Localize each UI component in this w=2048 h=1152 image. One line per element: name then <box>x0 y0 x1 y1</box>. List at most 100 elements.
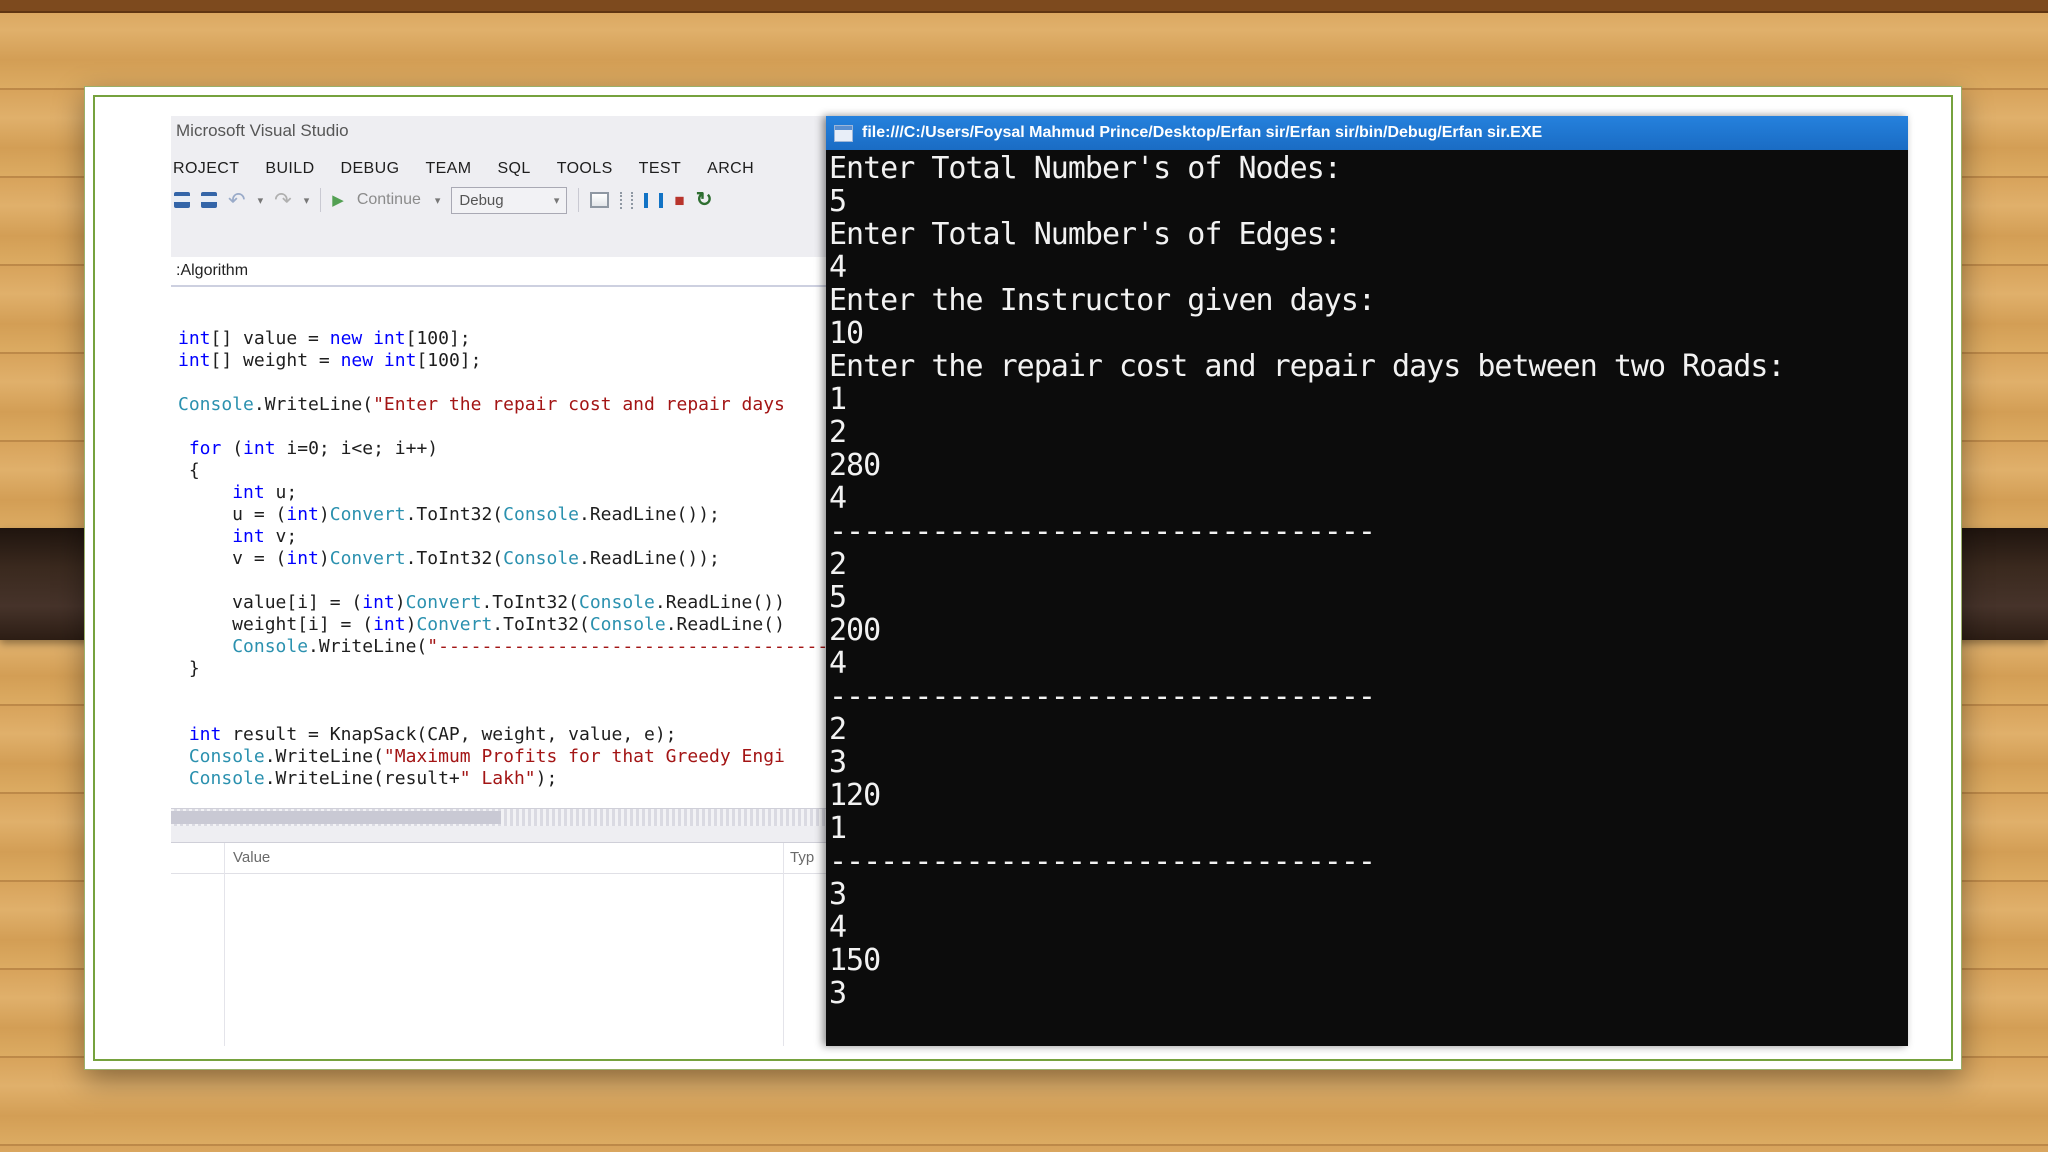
code-token: } <box>178 658 200 679</box>
console-line: 1 <box>829 382 847 417</box>
code-token: [100]; <box>416 350 482 371</box>
code-token: int <box>188 724 222 745</box>
code-token: int <box>362 592 395 613</box>
code-token: "Enter the repair cost and repair days <box>373 394 785 415</box>
console-line: 150 <box>829 943 881 978</box>
console-window: file:///C:/Users/Foysal Mahmud Prince/De… <box>826 116 1908 1046</box>
dotted-columns-icon[interactable] <box>620 191 634 209</box>
code-token: u = ( <box>178 504 287 525</box>
debug-target-combobox[interactable]: Debug ▾ <box>451 186 568 214</box>
code-token: u; <box>264 482 298 503</box>
continue-button[interactable]: Continue <box>357 191 421 209</box>
column-divider <box>783 843 784 1046</box>
code-token: "---------------------------------------… <box>427 636 872 657</box>
restart-icon[interactable]: ↻ <box>696 190 713 210</box>
code-token: new <box>329 328 363 349</box>
console-line: 4 <box>829 481 847 516</box>
code-token: Console <box>579 592 655 613</box>
console-titlebar[interactable]: file:///C:/Users/Foysal Mahmud Prince/De… <box>826 116 1908 150</box>
save-icon[interactable] <box>174 192 190 208</box>
code-token: .ToInt32( <box>481 592 579 613</box>
console-line: 280 <box>829 448 881 483</box>
save-all-icon[interactable] <box>201 192 217 208</box>
code-token: .WriteLine( <box>308 636 428 657</box>
code-token: { <box>178 460 200 481</box>
undo-dropdown-caret-icon[interactable]: ▾ <box>258 194 264 207</box>
redo-dropdown-caret-icon[interactable]: ▾ <box>304 194 310 207</box>
menu-item[interactable]: DEBUG <box>328 160 413 178</box>
code-token: ) <box>394 592 406 613</box>
code-token: "Maximum Profits for that Greedy Engi <box>383 746 785 767</box>
code-token: new <box>340 350 374 371</box>
toolbar-separator <box>320 188 322 212</box>
code-token: .ToInt32( <box>492 614 590 635</box>
menu-item[interactable]: BUILD <box>252 160 327 178</box>
console-line: -------------------------------- <box>829 514 1376 549</box>
menu-item[interactable]: TEST <box>626 160 695 178</box>
menu-item[interactable]: TEAM <box>412 160 484 178</box>
type-column-header[interactable]: Typ <box>790 843 814 873</box>
console-line: 3 <box>829 745 847 780</box>
code-token: .ReadLine()); <box>579 548 720 569</box>
code-token: .ToInt32( <box>405 504 504 525</box>
code-token: Console <box>503 548 579 569</box>
code-token: int <box>383 350 417 371</box>
console-line: Enter the repair cost and repair days be… <box>829 349 1785 384</box>
code-token: Convert <box>329 548 406 569</box>
screenshot-stage: Microsoft Visual Studio ROJECT BUILD DEBUG… <box>0 0 2048 1152</box>
code-token: [100]; <box>405 328 471 349</box>
code-token: Convert <box>329 504 406 525</box>
console-line: 3 <box>829 976 847 1011</box>
console-line: 1 <box>829 811 847 846</box>
redo-icon[interactable]: ↷ <box>274 190 292 211</box>
code-token: .ReadLine()); <box>579 504 720 525</box>
code-token: v; <box>264 526 298 547</box>
code-token: Convert <box>405 592 482 613</box>
menu-item[interactable]: SQL <box>484 160 543 178</box>
debug-combo-value: Debug <box>459 191 504 209</box>
console-line: 5 <box>829 184 847 219</box>
stop-debugging-icon[interactable]: ■ <box>674 192 684 209</box>
code-token: " Lakh" <box>459 768 536 789</box>
presentation-slide: Microsoft Visual Studio ROJECT BUILD DEBUG… <box>84 86 1962 1070</box>
code-token: [] weight = <box>210 350 341 371</box>
vs-window-title: Microsoft Visual Studio <box>176 121 349 140</box>
continue-dropdown-caret-icon[interactable]: ▾ <box>435 194 441 207</box>
menu-item[interactable]: TOOLS <box>544 160 626 178</box>
code-token: .WriteLine( <box>264 746 384 767</box>
console-line: -------------------------------- <box>829 679 1376 714</box>
code-token: Console <box>503 504 579 525</box>
code-token: .WriteLine( <box>253 394 374 415</box>
code-token: value[i] = ( <box>178 592 363 613</box>
breadcrumb-label: :Algorithm <box>176 262 249 279</box>
code-token: int <box>373 614 406 635</box>
console-line: 5 <box>829 580 847 615</box>
console-output[interactable]: Enter Total Number's of Nodes: 5 Enter Tot… <box>826 150 1908 1046</box>
console-line: 200 <box>829 613 881 648</box>
continue-play-icon[interactable]: ▶ <box>332 193 344 208</box>
window-frame-icon[interactable] <box>590 192 610 208</box>
column-divider <box>224 843 225 1046</box>
undo-icon[interactable]: ↶ <box>228 190 246 211</box>
break-all-pause-icon[interactable] <box>644 192 664 208</box>
console-line: 2 <box>829 712 847 747</box>
console-title-text: file:///C:/Users/Foysal Mahmud Prince/De… <box>862 124 1543 141</box>
code-token: ) <box>318 504 330 525</box>
code-token: ( <box>221 438 244 459</box>
code-token: weight[i] = ( <box>178 614 374 635</box>
menu-item[interactable]: ARCH <box>694 160 767 178</box>
console-line: Enter the Instructor given days: <box>829 283 1376 318</box>
value-column-header[interactable]: Value <box>233 843 270 873</box>
code-token: .ReadLine() <box>665 614 785 635</box>
scrollbar-thumb[interactable] <box>171 811 501 824</box>
console-line: 3 <box>829 877 847 912</box>
desk-top-edge <box>0 0 2048 13</box>
menu-item[interactable]: ROJECT <box>171 160 252 178</box>
